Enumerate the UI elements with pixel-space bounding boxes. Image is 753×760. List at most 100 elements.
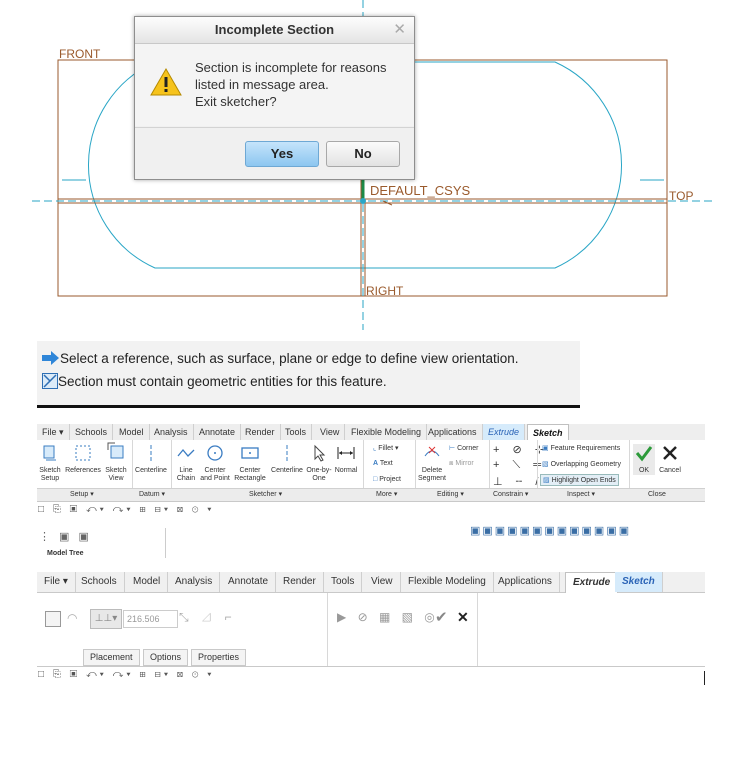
one-by-one-button[interactable]: One-by- One [305,444,333,483]
center-rectangle-button[interactable]: Center Rectangle [233,444,267,483]
tab-render[interactable]: Render [276,572,324,592]
feature-requirements-button[interactable]: ▣ Feature Requirements [542,444,620,452]
surface-toggle[interactable]: ◠ [67,611,77,625]
yes-button[interactable]: Yes [245,141,319,167]
group-datum[interactable]: Datum ▾ [139,489,165,501]
depth-option-dropdown[interactable]: ⊥⊥▾ [90,609,122,629]
references-button[interactable]: References [64,444,102,475]
model-tree-label[interactable]: Model Tree [47,550,84,557]
tab-file[interactable]: File ▾ [37,424,70,440]
mirror-button[interactable]: ⧈ Mirror [449,460,474,468]
tab-placement[interactable]: Placement [83,649,140,666]
tab-extrude[interactable]: Extrude [483,424,526,440]
sketcher-centerline-label: Centerline [271,467,303,474]
tab-file[interactable]: File ▾ [37,572,76,592]
sketch-view-icon [107,442,124,459]
tab-analysis[interactable]: Analysis [168,572,221,592]
corner-button[interactable]: ⊢ Corner [449,444,478,452]
text-button[interactable]: A Text [373,460,393,467]
references-icon [75,445,91,461]
graphics-toolbar[interactable]: ▣▣▣▣▣▣▣▣▣▣▣▣▣ [470,524,631,540]
tab-model[interactable]: Model [126,572,169,592]
tab-annotate[interactable]: Annotate [221,572,277,592]
solid-toggle[interactable] [45,611,61,627]
extrude-dashboard: ◠ ⊥⊥▾ 216.506 ⤡ ◿ ⌐ ▶ ⊘ ▦ ▧ ◎ ✔ ✕ Placem… [37,593,705,667]
overlapping-geometry-button[interactable]: ▧ Overlapping Geometry [542,460,621,468]
dialog-message: Section is incomplete for reasons listed… [195,59,386,110]
separator [327,593,328,666]
message-line-3: Exit sketcher? [195,94,277,109]
tab-sketch[interactable]: Sketch [527,424,569,440]
sketch-setup-icon [43,445,56,461]
flip-direction-icon[interactable]: ⤡ ◿ ⌐ [179,610,237,625]
tab-properties[interactable]: Properties [191,649,247,666]
no-button[interactable]: No [326,141,400,167]
group-sketcher[interactable]: Sketcher ▾ [249,489,282,501]
message-text-1: Select a reference, such as surface, pla… [60,351,519,366]
center-rectangle-label-2: Rectangle [234,475,266,482]
center-and-point-button[interactable]: Center and Point [199,444,231,483]
tab-tools[interactable]: Tools [324,572,363,592]
cancel-label: Cancel [659,467,681,474]
message-line-1: Section is incomplete for reasons [195,60,387,75]
project-button[interactable]: □ Project [373,476,401,483]
line-chain-button[interactable]: Line Chain [174,444,198,483]
tab-tools[interactable]: Tools [280,424,313,440]
checkmark-icon [635,446,653,462]
model-tree-icons[interactable]: ⋮ ▣ ▣ [39,530,92,543]
group-inspect[interactable]: Inspect ▾ [567,489,595,501]
tab-applications[interactable]: Applications [423,424,483,440]
centerline-icon [286,445,288,461]
tab-flexible-modeling[interactable]: Flexible Modeling [346,424,428,440]
tab-view[interactable]: View [315,424,346,440]
group-setup[interactable]: Setup ▾ [70,489,94,501]
tab-flexible-modeling[interactable]: Flexible Modeling [401,572,494,592]
tab-annotate[interactable]: Annotate [194,424,242,440]
dialog-title: Incomplete Section [214,22,335,37]
sketch-view-button[interactable]: Sketch View [103,440,129,483]
tab-extrude[interactable]: Extrude [565,572,619,593]
sketch-view-label-1: Sketch [105,467,127,474]
mirror-label: Mirror [455,460,474,467]
references-label: References [65,467,101,474]
separator [477,593,478,666]
datum-centerline-button[interactable]: Centerline [134,444,168,475]
cursor-icon [314,444,326,462]
normal-dimension-button[interactable]: Normal [333,444,359,475]
group-editing[interactable]: Editing ▾ [437,489,464,501]
tab-render[interactable]: Render [240,424,281,440]
highlight-open-ends-button[interactable]: ▨ Highlight Open Ends [540,474,619,486]
csys-label: DEFAULT_CSYS [370,183,471,198]
tab-schools[interactable]: Schools [70,424,114,440]
tab-sketch[interactable]: Sketch [615,572,663,592]
close-icon[interactable]: ✕ [393,17,406,43]
csys-origin [360,198,366,204]
constrain-row-2[interactable]: + ⟍ ═ [493,459,546,472]
constrain-row-1[interactable]: + ⊘ ⊹ [493,443,549,456]
depth-value-input[interactable]: 216.506 [123,610,178,628]
fillet-button[interactable]: ⌞ Fillet ▾ [373,444,398,452]
checkmark-icon[interactable]: ✔ [435,608,448,626]
quick-access-toolbar[interactable]: □ ⎘ ▣ ↶▾ ↷▾ ⊞ ⊟▾ ⊠ ⊙ ▾ [38,504,214,518]
ok-button[interactable]: OK [633,444,655,475]
tab-model[interactable]: Model [114,424,150,440]
sketch-setup-button[interactable]: Sketch Setup [37,444,63,483]
delete-segment-button[interactable]: Delete Segment [417,444,447,483]
tab-options[interactable]: Options [143,649,189,666]
tab-applications[interactable]: Applications [491,572,560,592]
tab-view[interactable]: View [364,572,401,592]
cancel-button[interactable]: Cancel [657,444,683,475]
delete-segment-label-2: Segment [417,475,447,482]
tab-schools[interactable]: Schools [74,572,125,592]
preview-controls[interactable]: ▶ ⊘ ▦ ▧ ◎ [337,610,439,624]
close-icon[interactable]: ✕ [457,609,469,626]
arrow-right-icon [42,351,59,365]
message-line-2: listed in message area. [195,77,329,92]
quick-access-toolbar-2[interactable]: □ ⎘ ▣ ↶▾ ↷▾ ⊞ ⊟▾ ⊠ ⊙ ▾ [38,669,214,683]
tab-analysis[interactable]: Analysis [149,424,194,440]
sketcher-centerline-button[interactable]: Centerline [269,444,305,475]
group-constrain[interactable]: Constrain ▾ [493,489,528,501]
sketch-view-label-2: View [108,475,124,482]
group-more[interactable]: More ▾ [376,489,397,501]
corner-label: Corner [457,445,479,452]
